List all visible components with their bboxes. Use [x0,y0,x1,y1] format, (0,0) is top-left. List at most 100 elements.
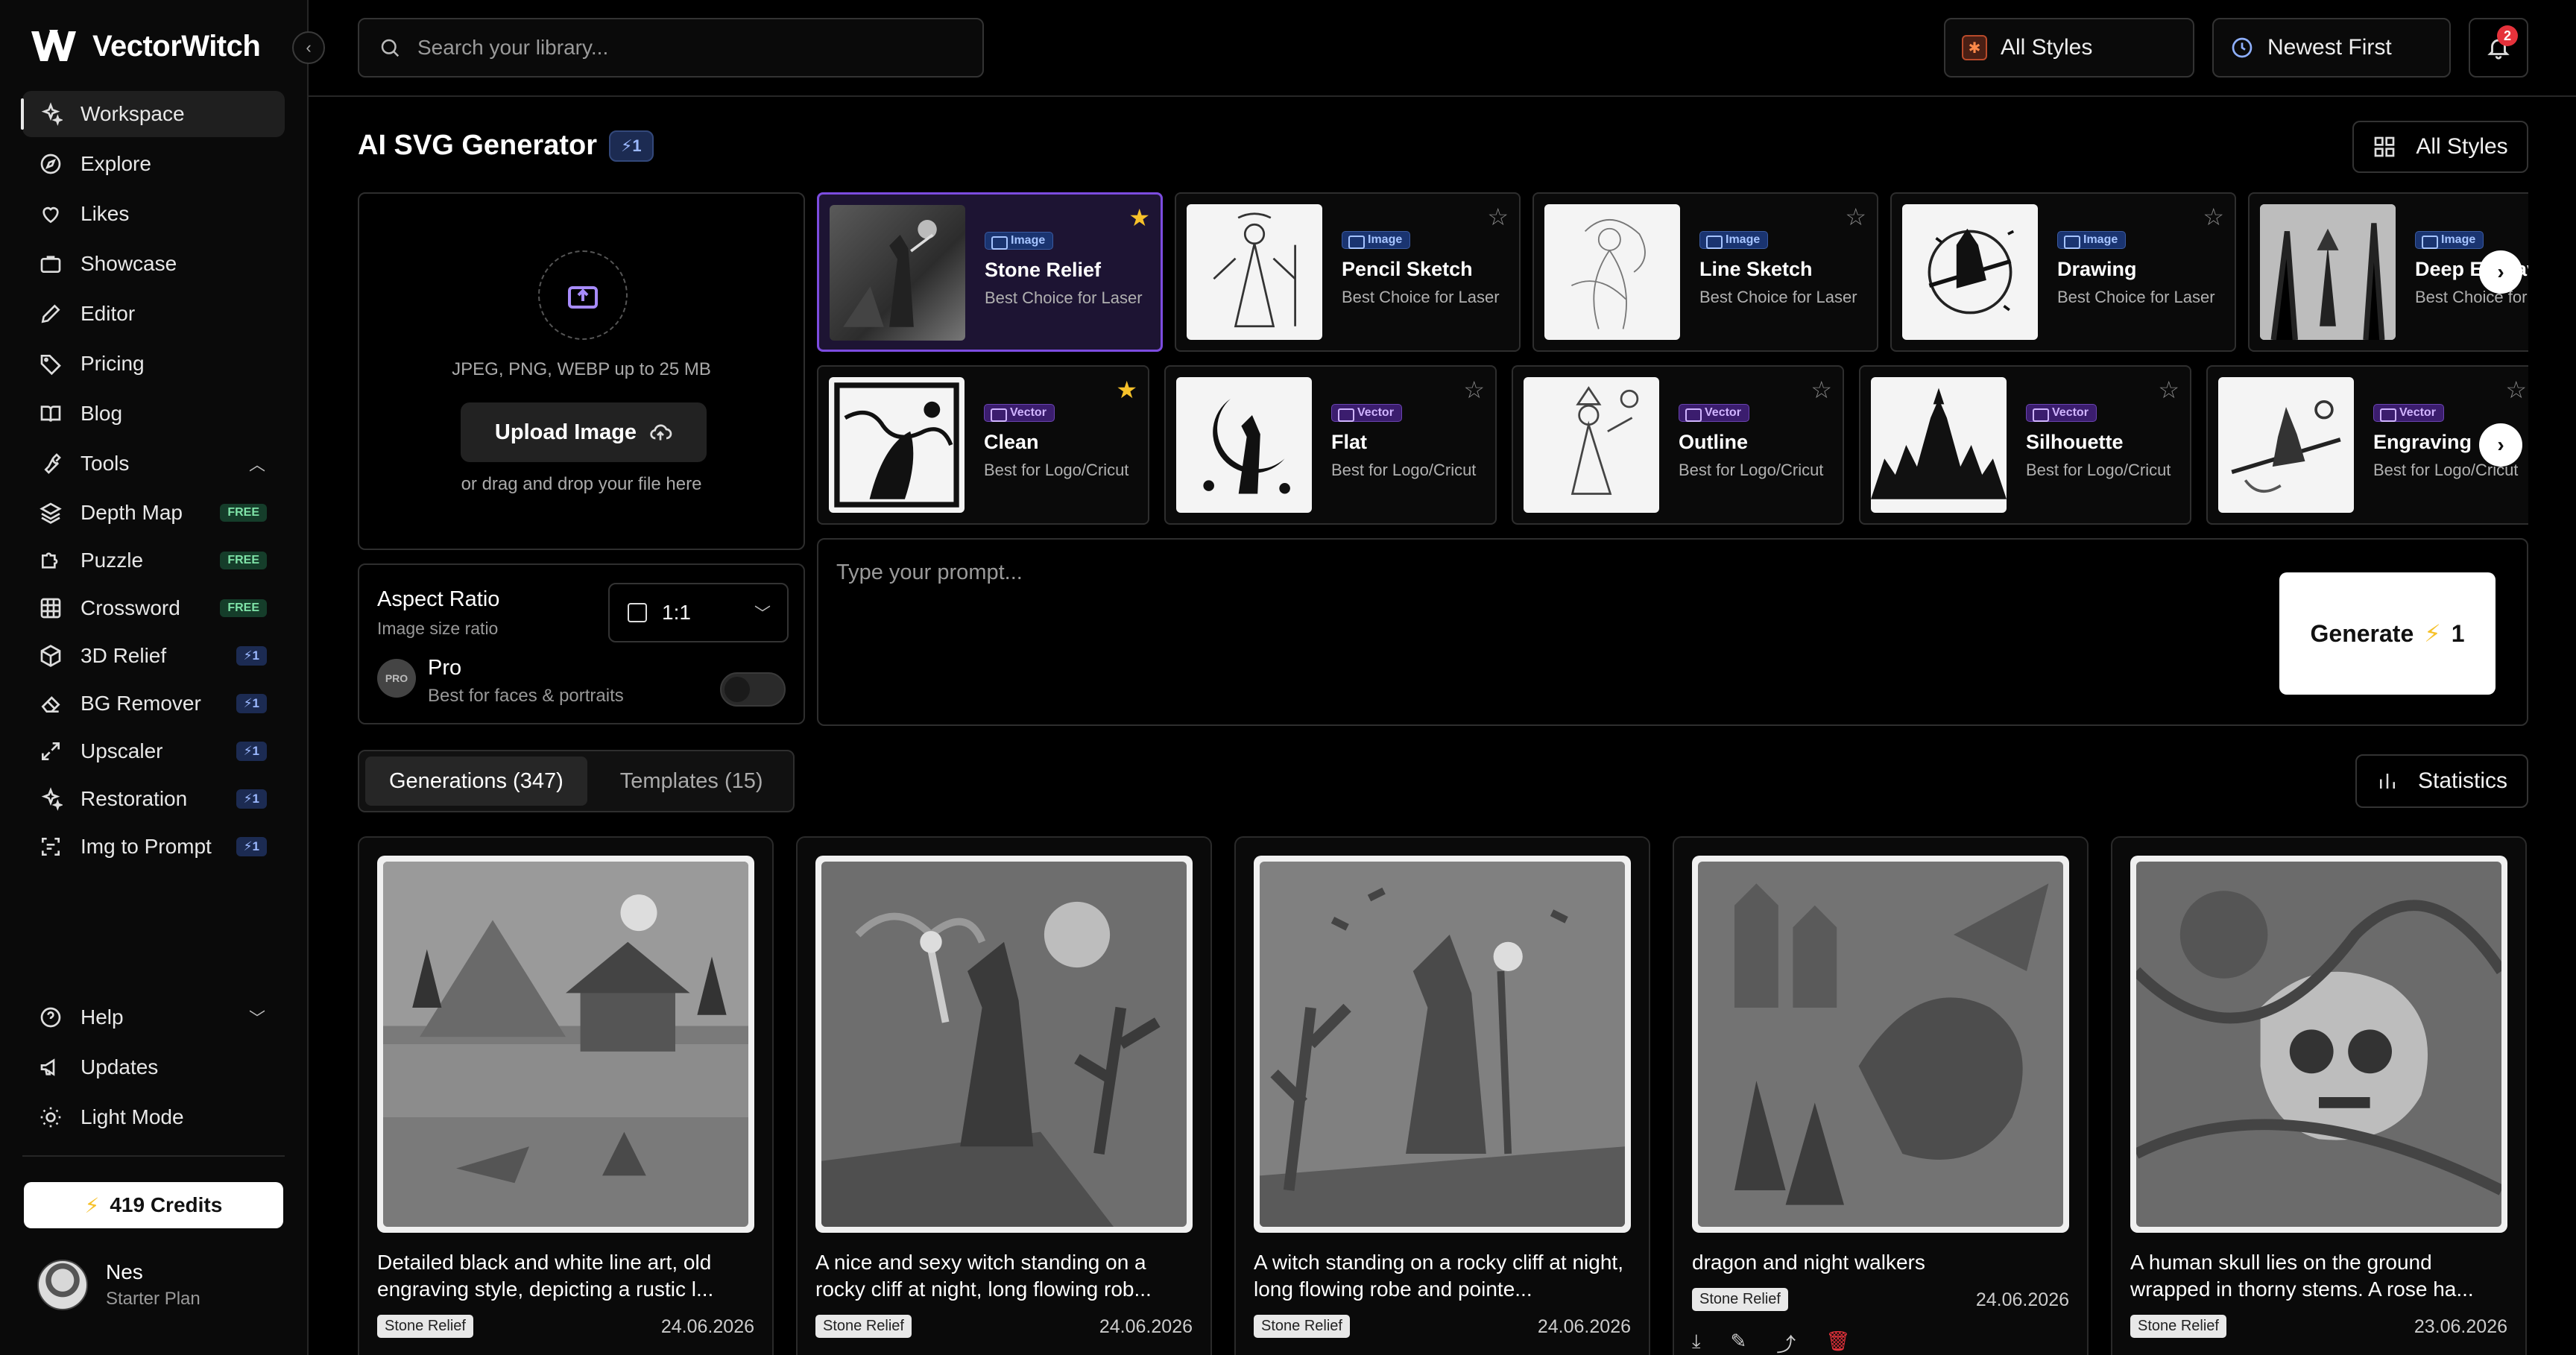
bottom-nav: Help ﹀ Updates Light Mode [22,994,285,1144]
upload-drag-text: or drag and drop your file here [461,474,702,494]
generate-button[interactable]: Generate ⚡ 1 [2279,572,2496,695]
tab-generations[interactable]: Generations (347) [365,757,587,806]
tool-restoration[interactable]: Restoration ⚡1 [22,775,285,823]
all-styles-button[interactable]: All Styles [2352,121,2528,173]
upload-image-button[interactable]: Upload Image [461,402,707,462]
generation-card[interactable]: A nice and sexy witch standing on a rock… [796,836,1212,1355]
notification-count-badge: 2 [2497,25,2518,46]
style-card-line-sketch[interactable]: Image Line Sketch Best Choice for Laser … [1532,192,1878,352]
tool-3d-relief[interactable]: 3D Relief ⚡1 [22,632,285,680]
nav-light-mode[interactable]: Light Mode [22,1094,285,1140]
style-card-flat[interactable]: Vector Flat Best for Logo/Cricut ☆ [1164,365,1497,525]
style-card-drawing[interactable]: Image Drawing Best Choice for Laser ☆ [1890,192,2236,352]
generation-image[interactable] [815,856,1193,1233]
search-input[interactable] [417,36,954,60]
style-subtitle: Best Choice for Laser [1699,288,1857,306]
nav-showcase[interactable]: Showcase [22,241,285,287]
pencil-icon [41,304,60,323]
tool-puzzle[interactable]: Puzzle FREE [22,537,285,584]
credit-badge: ⚡1 [236,646,267,666]
all-styles-label: All Styles [2416,134,2508,159]
tool-upscaler[interactable]: Upscaler ⚡1 [22,727,285,775]
star-icon[interactable]: ☆ [1463,376,1485,404]
upload-dropzone[interactable]: JPEG, PNG, WEBP up to 25 MB Upload Image… [358,192,805,550]
app-logo[interactable]: VectorWitch [30,28,261,64]
image-type-badge: Image [985,232,1054,250]
generation-image[interactable] [2130,856,2507,1233]
style-card-pencil-sketch[interactable]: Image Pencil Sketch Best Choice for Lase… [1175,192,1521,352]
star-icon[interactable]: ☆ [2158,376,2179,404]
generation-card[interactable]: A human skull lies on the ground wrapped… [2111,836,2527,1355]
nav-likes[interactable]: Likes [22,191,285,237]
star-icon[interactable]: ☆ [2203,203,2224,231]
style-thumbnail [1902,204,2038,340]
tab-templates[interactable]: Templates (15) [596,757,787,806]
style-card-clean[interactable]: Vector Clean Best for Logo/Cricut ★ [817,365,1149,525]
tool-img-to-prompt[interactable]: Img to Prompt ⚡1 [22,823,285,871]
aspect-ratio-value: 1:1 [662,601,691,624]
collapse-sidebar-button[interactable]: ‹ [292,31,325,64]
image-styles-next-button[interactable]: › [2479,250,2522,294]
tools-list: Depth Map FREE Puzzle FREE Crossword FRE… [22,489,285,871]
edit-icon[interactable]: ✎ [1731,1330,1747,1355]
nav-updates[interactable]: Updates [22,1044,285,1090]
nav-blog[interactable]: Blog [22,391,285,437]
style-card-silhouette[interactable]: Vector Silhouette Best for Logo/Cricut ☆ [1859,365,2191,525]
generation-card[interactable]: Detailed black and white line art, old e… [358,836,774,1355]
statistics-button[interactable]: Statistics [2355,754,2528,808]
image-type-badge: Image [2057,231,2127,249]
generate-label: Generate [2310,619,2414,647]
aspect-ratio-panel: Aspect Ratio Image size ratio 1:1 ﹀ PRO … [358,563,805,724]
search-icon [381,39,400,57]
generation-date: 24.06.2026 [660,1316,754,1337]
star-icon[interactable]: ☆ [2505,376,2527,404]
nav-label: Likes [80,202,130,225]
star-icon[interactable]: ☆ [1811,376,1832,404]
style-name: Line Sketch [1699,258,1813,280]
star-icon[interactable]: ☆ [1487,203,1509,231]
generation-image[interactable] [1692,856,2069,1233]
prompt-input[interactable] [836,560,2253,710]
image-type-badge: Image [2415,231,2484,249]
nav-help[interactable]: Help ﹀ [22,994,285,1040]
search-bar[interactable] [358,18,984,78]
tool-depth-map[interactable]: Depth Map FREE [22,489,285,537]
pro-icon: PRO [377,659,416,698]
heart-icon [42,206,59,224]
pro-toggle[interactable] [720,672,786,707]
star-icon[interactable]: ★ [1116,376,1137,404]
upload-hint: JPEG, PNG, WEBP up to 25 MB [452,359,711,379]
user-profile[interactable]: Nes Starter Plan [37,1260,201,1310]
generation-image[interactable] [1254,856,1631,1233]
nav-editor[interactable]: Editor [22,291,285,337]
star-icon[interactable]: ☆ [1845,203,1866,231]
style-card-outline[interactable]: Vector Outline Best for Logo/Cricut ☆ [1512,365,1844,525]
share-icon[interactable]: ⤴ [1776,1330,1796,1355]
style-filter-select[interactable]: ✱ All Styles [1944,18,2194,78]
generation-card[interactable]: dragon and night walkers Stone Relief 24… [1673,836,2089,1355]
nav-explore[interactable]: Explore [22,141,285,187]
nav-pricing[interactable]: Pricing [22,341,285,387]
style-subtitle: Best for Logo/Cricut [2026,461,2171,479]
sort-select[interactable]: Newest First [2212,18,2451,78]
download-icon[interactable]: ⤓ [1692,1330,1701,1355]
delete-icon[interactable]: 🗑 [1825,1330,1850,1355]
star-icon[interactable]: ★ [1128,203,1150,232]
tool-crossword[interactable]: Crossword FREE [22,584,285,632]
notifications-button[interactable]: 2 [2469,18,2528,78]
style-card-stone-relief[interactable]: Image Stone Relief Best Choice for Laser… [817,192,1163,352]
prompt-panel: Generate ⚡ 1 [817,538,2528,726]
credits-button[interactable]: ⚡ 419 Credits [24,1182,283,1228]
generation-card[interactable]: A witch standing on a rocky cliff at nig… [1234,836,1650,1355]
aspect-ratio-select[interactable]: 1:1 ﹀ [608,583,789,642]
image-styles-row: Image Stone Relief Best Choice for Laser… [817,192,2528,355]
tool-bg-remover[interactable]: BG Remover ⚡1 [22,680,285,727]
vector-styles-next-button[interactable]: › [2479,423,2522,467]
nav-tools[interactable]: Tools ︿ [22,440,285,487]
nav-workspace[interactable]: Workspace [21,91,285,137]
style-subtitle: Best Choice for Laser [2057,288,2215,306]
credit-cost-badge: ⚡1 [608,130,654,162]
generation-image[interactable] [377,856,754,1233]
nav-label: Updates [80,1055,159,1078]
avatar [37,1260,88,1310]
